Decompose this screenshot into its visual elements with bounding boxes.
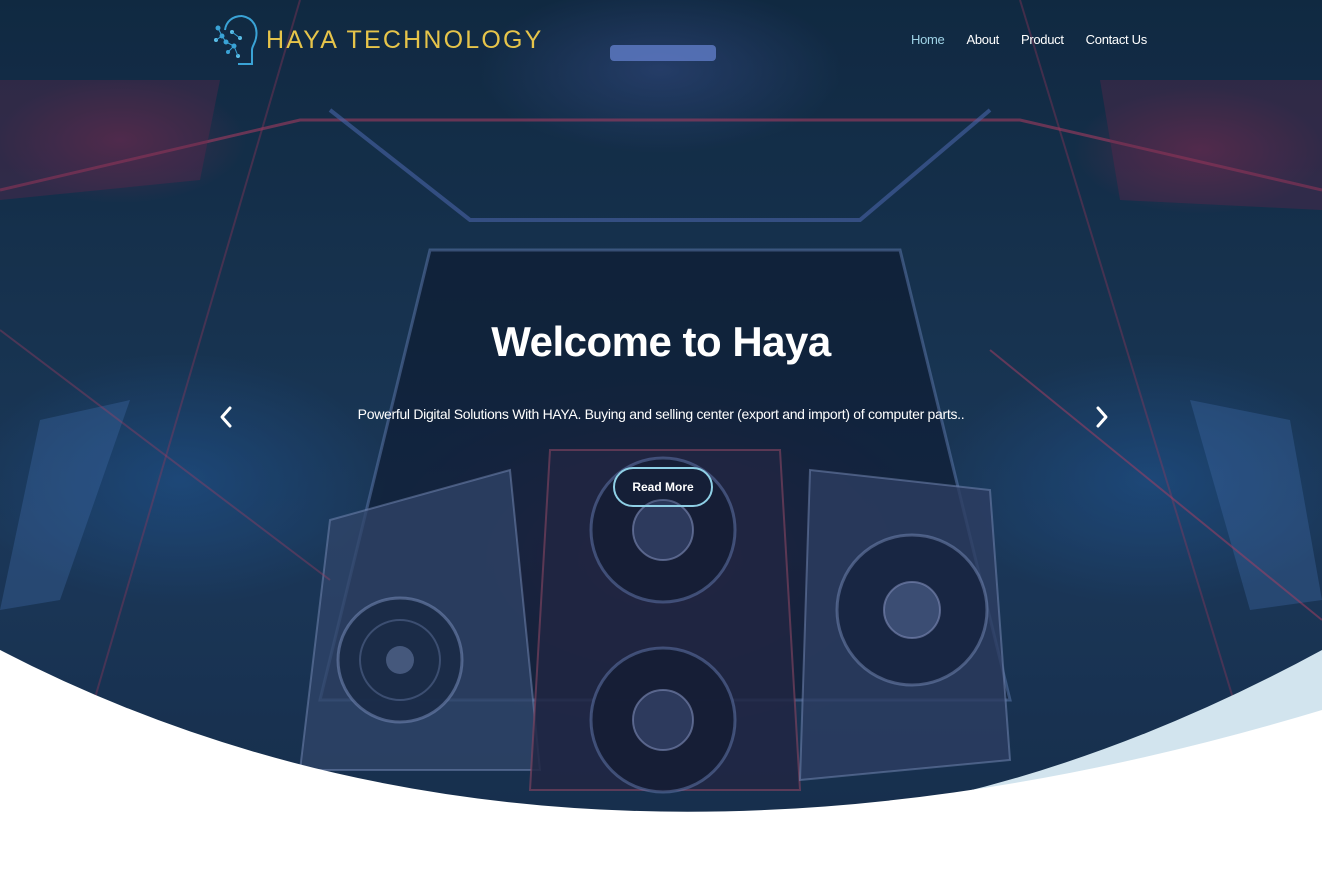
slider-next-button[interactable] bbox=[1088, 400, 1116, 434]
site-logo[interactable]: HAYA TECHNOLOGY bbox=[212, 12, 544, 68]
nav-item-home[interactable]: Home bbox=[900, 32, 955, 47]
main-nav: Home About Product Contact Us bbox=[900, 32, 1158, 47]
circuit-head-icon bbox=[214, 15, 258, 65]
chevron-right-icon bbox=[1096, 406, 1108, 428]
slider-prev-button[interactable] bbox=[212, 400, 240, 434]
hero-title: Welcome to Haya bbox=[491, 318, 831, 365]
brand-name: HAYA TECHNOLOGY bbox=[266, 25, 544, 54]
wave-divider bbox=[0, 650, 1322, 885]
hero-section: HAYA TECHNOLOGY Home About Product Conta… bbox=[0, 0, 1322, 885]
read-more-button[interactable]: Read More bbox=[613, 467, 713, 507]
chevron-left-icon bbox=[220, 406, 232, 428]
nav-item-contact-us[interactable]: Contact Us bbox=[1075, 32, 1158, 47]
nav-item-product[interactable]: Product bbox=[1010, 32, 1075, 47]
hero-subtitle: Powerful Digital Solutions With HAYA. Bu… bbox=[357, 406, 965, 422]
nav-item-about[interactable]: About bbox=[955, 32, 1009, 47]
